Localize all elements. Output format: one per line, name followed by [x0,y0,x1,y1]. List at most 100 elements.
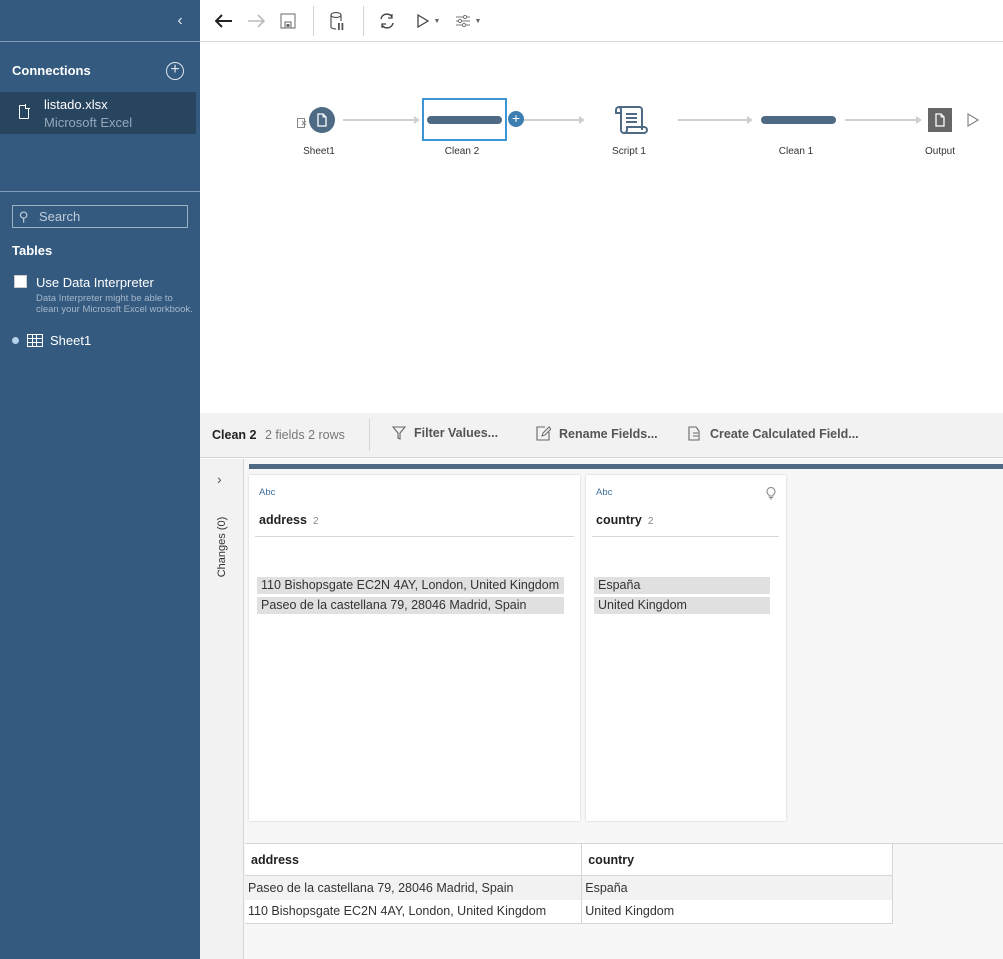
remove-input-icon[interactable] [297,115,307,128]
grid-column-header[interactable]: address [245,843,583,876]
forward-button[interactable] [246,10,266,32]
flow-options-button[interactable]: ▼ [452,10,484,32]
flow-node-label: Sheet1 [303,146,335,157]
step-name: Clean 2 [212,428,257,442]
field-name[interactable]: address 2 [259,513,319,527]
value-bar[interactable]: Paseo de la castellana 79, 28046 Madrid,… [257,597,564,614]
clean-step-bar [427,116,502,124]
field-count: 2 [647,516,654,527]
divider [0,41,200,42]
filter-values-button[interactable]: Filter Values... [392,426,498,440]
refresh-button[interactable] [377,10,397,32]
flow-node-clean-1[interactable] [761,107,836,131]
refresh-icon [380,13,394,29]
value-bar[interactable]: España [594,577,770,594]
save-icon [280,13,296,29]
back-button[interactable] [214,10,234,32]
toolbar-separator [363,6,364,36]
flow-node-label: Clean 2 [444,146,480,157]
data-pause-icon [330,11,344,30]
connection-item[interactable]: listado.xlsx Microsoft Excel [0,92,196,134]
field-count: 2 [312,516,319,527]
chevron-down-icon: ▼ [433,17,441,25]
clean-step-bar [761,116,836,124]
save-button[interactable] [278,10,298,32]
profile-toolbar: Clean 2 2 fields 2 rows Filter Values...… [200,413,1003,458]
flow-connector [524,116,585,124]
rename-fields-label: Rename Fields... [559,426,658,441]
flow-canvas[interactable]: Sheet1 + Clean 2 Script 1 Clean 1 Output [200,43,1003,413]
divider [592,536,779,537]
data-interpreter-checkbox[interactable] [14,275,27,288]
flow-node-script-1[interactable] [611,103,649,137]
flow-node-sheet1[interactable] [309,107,335,133]
table-row: 110 Bishopsgate EC2N 4AY, London, United… [245,899,893,924]
plus-icon: + [511,110,521,126]
add-connection-button[interactable]: + [166,62,184,80]
rename-fields-button[interactable]: Rename Fields... [536,426,658,441]
file-icon [317,113,327,127]
flow-connector [845,116,922,124]
run-flow-button[interactable]: ▼ [412,10,444,32]
grid-cell[interactable]: United Kingdom [581,899,893,924]
data-type-label[interactable]: Abc [596,487,612,498]
table-icon [27,334,43,347]
pause-data-updates-button[interactable] [327,10,347,32]
changes-pane-toggle[interactable]: › Changes (0) [200,459,244,959]
collapse-sidebar-button[interactable]: ‹ [172,12,188,30]
step-color-bar [249,464,1003,469]
divider [0,191,200,192]
profile-card-address[interactable]: Abc address 2 110 Bishopsgate EC2N 4AY, L… [249,475,580,821]
grid-column-header[interactable]: country [581,843,893,876]
grid-cell[interactable]: España [581,875,893,900]
tableau-prep-window: ‹ Connections + listado.xlsx Microsoft E… [0,0,1003,959]
connections-title: Connections [12,63,91,78]
flow-node-label: Script 1 [612,146,646,157]
profile-pane: › Changes (0) Abc address 2 110 Bishopsga… [200,459,1003,959]
file-icon [19,104,30,119]
divider [255,536,574,537]
field-name[interactable]: country 2 [596,513,653,527]
forward-icon [248,14,265,28]
profile-card-country[interactable]: Abc country 2 España United Kingdom [586,475,786,821]
grid-cell[interactable]: Paseo de la castellana 79, 28046 Madrid,… [245,875,583,900]
table-item-sheet1[interactable]: Sheet1 [10,331,190,351]
table-row: Paseo de la castellana 79, 28046 Madrid,… [245,875,893,900]
flow-node-label: Clean 1 [778,146,814,157]
flow-node-output[interactable] [928,108,952,132]
chevron-right-icon[interactable]: › [217,471,222,487]
run-icon [967,112,980,128]
plus-icon: + [170,61,180,78]
chevron-down-icon: ▼ [474,17,482,25]
sidebar: ‹ Connections + listado.xlsx Microsoft E… [0,0,200,959]
data-type-label[interactable]: Abc [259,487,275,498]
filter-icon [392,426,406,440]
filter-values-label: Filter Values... [414,426,499,440]
toolbar: ▼ ▼ [200,0,1003,42]
field-name-text: country [596,513,642,527]
step-meta: 2 fields 2 rows [265,428,345,442]
table-search[interactable]: ⚲ [12,205,188,228]
run-output-button[interactable] [967,112,980,128]
settings-sliders-icon [455,14,470,28]
create-calculated-field-button[interactable]: Create Calculated Field... [688,426,859,441]
script-icon [615,106,648,134]
calculated-field-icon [688,426,700,441]
flow-connector [678,116,753,124]
connection-type: Microsoft Excel [44,115,133,130]
back-icon [215,14,232,28]
recommendations-bulb-icon[interactable] [766,486,776,500]
grid-cell[interactable]: 110 Bishopsgate EC2N 4AY, London, United… [245,899,583,924]
changes-label[interactable]: Changes (0) [216,517,228,578]
in-use-indicator [12,337,19,344]
data-interpreter-label[interactable]: Use Data Interpreter [36,275,154,290]
value-bar[interactable]: United Kingdom [594,597,770,614]
search-input[interactable] [39,208,184,225]
connection-name: listado.xlsx [44,97,108,112]
add-step-button[interactable]: + [508,111,524,127]
tables-title: Tables [12,243,53,258]
create-calculated-field-label: Create Calculated Field... [710,426,859,441]
value-bar[interactable]: 110 Bishopsgate EC2N 4AY, London, United… [257,577,564,594]
flow-node-label: Output [924,146,956,157]
flow-node-clean-2[interactable] [422,98,507,141]
